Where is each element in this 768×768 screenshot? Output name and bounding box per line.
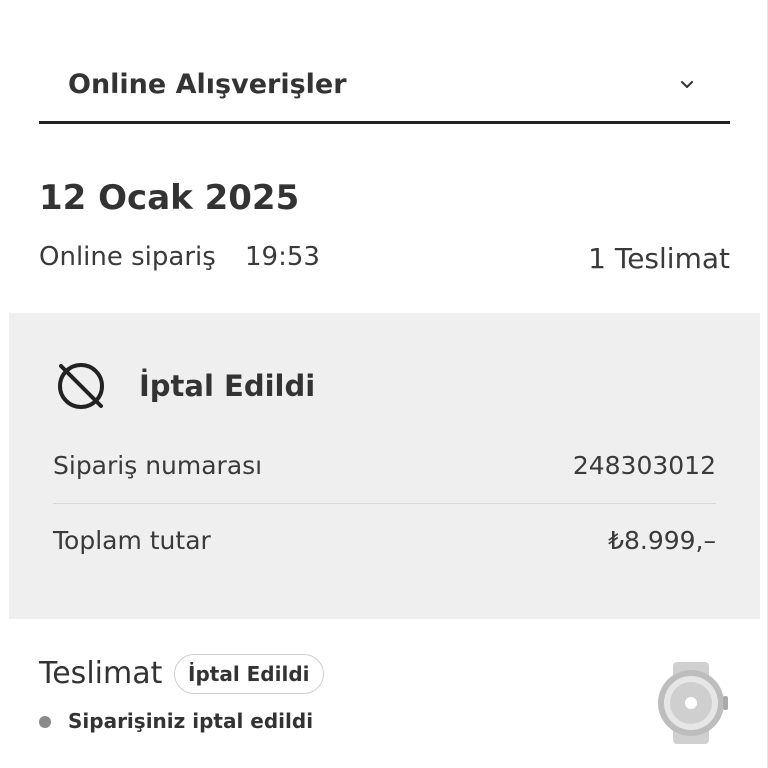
online-purchases-dropdown[interactable]: Online Alışverişler (39, 52, 730, 124)
chevron-down-icon[interactable] (678, 76, 696, 94)
delivery-message: Siparişiniz iptal edildi (68, 709, 314, 733)
total-amount-value: ₺8.999,– (608, 526, 716, 555)
delivery-count: 1 Teslimat (588, 242, 730, 275)
total-amount-label: Toplam tutar (53, 526, 211, 555)
order-status: İptal Edildi (139, 369, 316, 403)
order-status-card[interactable]: İptal Edildi Sipariş numarası 248303012 … (9, 313, 760, 619)
dropdown-title: Online Alışverişler (68, 69, 347, 100)
row-divider (53, 503, 716, 504)
order-date: 12 Ocak 2025 (39, 178, 300, 218)
smartwatch-thumbnail[interactable] (654, 662, 728, 744)
cancelled-icon (58, 363, 104, 409)
order-number-value: 248303012 (572, 451, 716, 480)
status-bullet (39, 716, 51, 728)
order-time: 19:53 (245, 242, 320, 272)
delivery-status-badge: İptal Edildi (174, 654, 324, 694)
order-number-label: Sipariş numarası (53, 451, 263, 480)
delivery-heading: Teslimat (39, 656, 163, 691)
order-type: Online sipariş (39, 242, 216, 272)
